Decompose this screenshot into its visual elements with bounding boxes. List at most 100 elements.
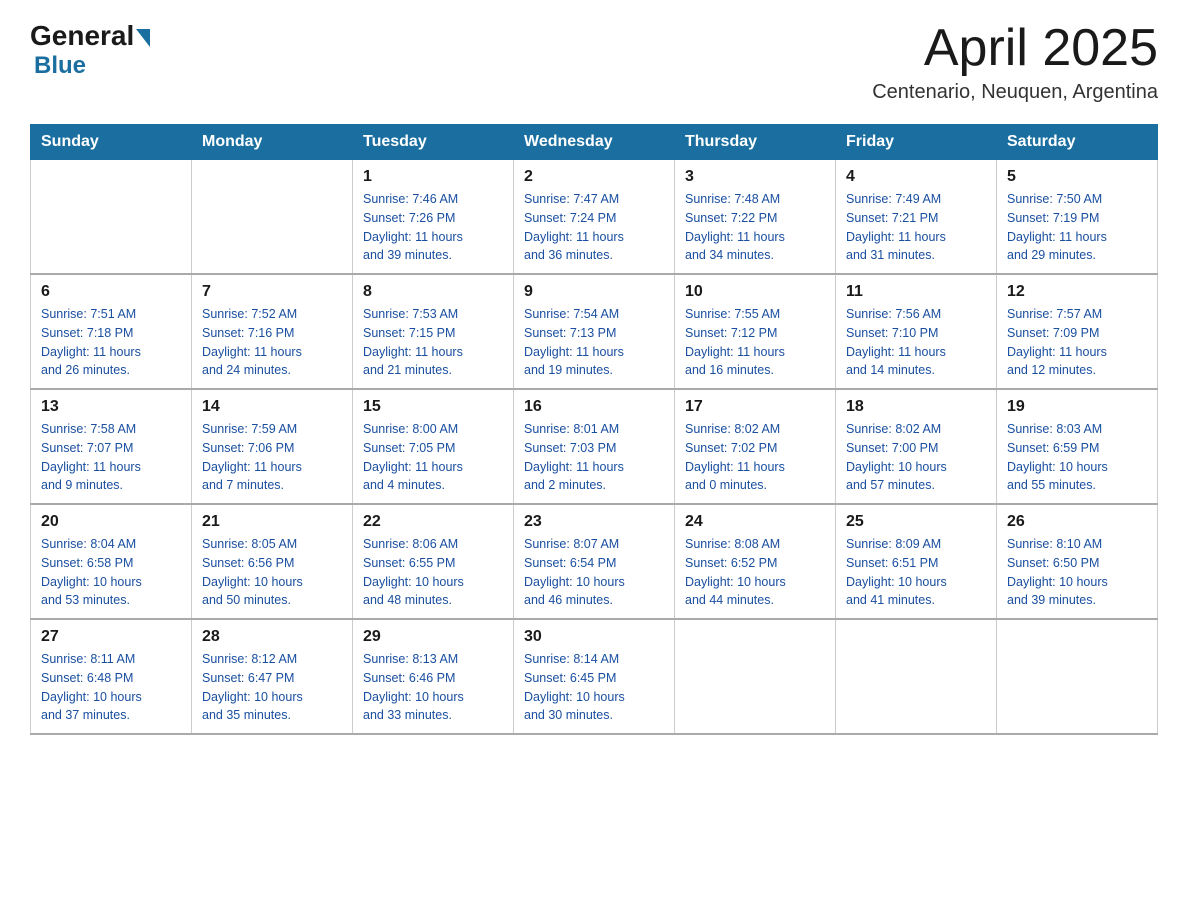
day-number: 21 xyxy=(202,513,342,531)
calendar-cell: 18 Sunrise: 8:02 AM Sunset: 7:00 PM Dayli… xyxy=(836,389,997,504)
day-number: 16 xyxy=(524,398,664,416)
calendar-header-row: SundayMondayTuesdayWednesdayThursdayFrid… xyxy=(31,125,1158,160)
logo: General Blue xyxy=(30,20,150,80)
calendar-table: SundayMondayTuesdayWednesdayThursdayFrid… xyxy=(30,124,1158,735)
day-info: Sunrise: 8:14 AM Sunset: 6:45 PM Dayligh… xyxy=(524,650,664,725)
day-number: 22 xyxy=(363,513,503,531)
day-number: 1 xyxy=(363,168,503,186)
day-number: 25 xyxy=(846,513,986,531)
day-number: 27 xyxy=(41,628,181,646)
day-number: 10 xyxy=(685,283,825,301)
day-info: Sunrise: 7:52 AM Sunset: 7:16 PM Dayligh… xyxy=(202,305,342,380)
day-info: Sunrise: 7:55 AM Sunset: 7:12 PM Dayligh… xyxy=(685,305,825,380)
day-info: Sunrise: 8:02 AM Sunset: 7:02 PM Dayligh… xyxy=(685,420,825,495)
calendar-cell: 5 Sunrise: 7:50 AM Sunset: 7:19 PM Daylig… xyxy=(997,160,1158,275)
calendar-cell: 27 Sunrise: 8:11 AM Sunset: 6:48 PM Dayli… xyxy=(31,619,192,734)
day-number: 8 xyxy=(363,283,503,301)
day-number: 5 xyxy=(1007,168,1147,186)
day-number: 19 xyxy=(1007,398,1147,416)
day-number: 11 xyxy=(846,283,986,301)
calendar-cell xyxy=(31,160,192,275)
calendar-header-tuesday: Tuesday xyxy=(353,125,514,160)
logo-general-text: General xyxy=(30,20,150,52)
day-number: 23 xyxy=(524,513,664,531)
calendar-cell: 8Sunrise: 7:53 AM Sunset: 7:15 PM Daylig… xyxy=(353,274,514,389)
calendar-header-saturday: Saturday xyxy=(997,125,1158,160)
page-header: General Blue April 2025 Centenario, Neuq… xyxy=(30,20,1158,104)
calendar-week-5: 27 Sunrise: 8:11 AM Sunset: 6:48 PM Dayli… xyxy=(31,619,1158,734)
day-info: Sunrise: 7:48 AM Sunset: 7:22 PM Dayligh… xyxy=(685,190,825,265)
day-info: Sunrise: 7:49 AM Sunset: 7:21 PM Dayligh… xyxy=(846,190,986,265)
calendar-cell: 23 Sunrise: 8:07 AM Sunset: 6:54 PM Dayli… xyxy=(514,504,675,619)
day-info: Sunrise: 7:58 AM Sunset: 7:07 PM Dayligh… xyxy=(41,420,181,495)
calendar-cell: 24 Sunrise: 8:08 AM Sunset: 6:52 PM Dayli… xyxy=(675,504,836,619)
day-info: Sunrise: 8:01 AM Sunset: 7:03 PM Dayligh… xyxy=(524,420,664,495)
day-info: Sunrise: 7:57 AM Sunset: 7:09 PM Dayligh… xyxy=(1007,305,1147,380)
day-number: 14 xyxy=(202,398,342,416)
calendar-cell: 22Sunrise: 8:06 AM Sunset: 6:55 PM Dayli… xyxy=(353,504,514,619)
day-number: 28 xyxy=(202,628,342,646)
calendar-header-friday: Friday xyxy=(836,125,997,160)
calendar-week-1: 1Sunrise: 7:46 AM Sunset: 7:26 PM Daylig… xyxy=(31,160,1158,275)
page-subtitle: Centenario, Neuquen, Argentina xyxy=(872,81,1158,104)
calendar-header: SundayMondayTuesdayWednesdayThursdayFrid… xyxy=(31,125,1158,160)
day-info: Sunrise: 8:09 AM Sunset: 6:51 PM Dayligh… xyxy=(846,535,986,610)
calendar-cell: 30 Sunrise: 8:14 AM Sunset: 6:45 PM Dayli… xyxy=(514,619,675,734)
logo-arrow-icon xyxy=(136,29,150,47)
day-info: Sunrise: 7:50 AM Sunset: 7:19 PM Dayligh… xyxy=(1007,190,1147,265)
day-info: Sunrise: 8:07 AM Sunset: 6:54 PM Dayligh… xyxy=(524,535,664,610)
day-number: 17 xyxy=(685,398,825,416)
calendar-header-wednesday: Wednesday xyxy=(514,125,675,160)
calendar-week-2: 6Sunrise: 7:51 AM Sunset: 7:18 PM Daylig… xyxy=(31,274,1158,389)
calendar-cell: 29 Sunrise: 8:13 AM Sunset: 6:46 PM Dayli… xyxy=(353,619,514,734)
day-info: Sunrise: 8:04 AM Sunset: 6:58 PM Dayligh… xyxy=(41,535,181,610)
day-number: 26 xyxy=(1007,513,1147,531)
calendar-cell: 16 Sunrise: 8:01 AM Sunset: 7:03 PM Dayli… xyxy=(514,389,675,504)
calendar-cell: 10 Sunrise: 7:55 AM Sunset: 7:12 PM Dayli… xyxy=(675,274,836,389)
title-section: April 2025 Centenario, Neuquen, Argentin… xyxy=(872,20,1158,104)
day-number: 20 xyxy=(41,513,181,531)
logo-blue-text: Blue xyxy=(34,52,86,80)
day-info: Sunrise: 8:11 AM Sunset: 6:48 PM Dayligh… xyxy=(41,650,181,725)
calendar-cell: 6Sunrise: 7:51 AM Sunset: 7:18 PM Daylig… xyxy=(31,274,192,389)
calendar-cell xyxy=(192,160,353,275)
calendar-cell xyxy=(675,619,836,734)
day-number: 2 xyxy=(524,168,664,186)
calendar-body: 1Sunrise: 7:46 AM Sunset: 7:26 PM Daylig… xyxy=(31,160,1158,735)
calendar-cell: 26Sunrise: 8:10 AM Sunset: 6:50 PM Dayli… xyxy=(997,504,1158,619)
calendar-header-thursday: Thursday xyxy=(675,125,836,160)
day-number: 7 xyxy=(202,283,342,301)
day-number: 6 xyxy=(41,283,181,301)
calendar-cell xyxy=(997,619,1158,734)
day-number: 12 xyxy=(1007,283,1147,301)
calendar-cell: 17 Sunrise: 8:02 AM Sunset: 7:02 PM Dayli… xyxy=(675,389,836,504)
day-info: Sunrise: 7:47 AM Sunset: 7:24 PM Dayligh… xyxy=(524,190,664,265)
day-number: 18 xyxy=(846,398,986,416)
calendar-cell: 12 Sunrise: 7:57 AM Sunset: 7:09 PM Dayli… xyxy=(997,274,1158,389)
day-info: Sunrise: 8:02 AM Sunset: 7:00 PM Dayligh… xyxy=(846,420,986,495)
calendar-cell: 28 Sunrise: 8:12 AM Sunset: 6:47 PM Dayli… xyxy=(192,619,353,734)
day-info: Sunrise: 8:13 AM Sunset: 6:46 PM Dayligh… xyxy=(363,650,503,725)
day-number: 29 xyxy=(363,628,503,646)
calendar-cell: 15 Sunrise: 8:00 AM Sunset: 7:05 PM Dayli… xyxy=(353,389,514,504)
day-info: Sunrise: 8:00 AM Sunset: 7:05 PM Dayligh… xyxy=(363,420,503,495)
calendar-cell: 2 Sunrise: 7:47 AM Sunset: 7:24 PM Daylig… xyxy=(514,160,675,275)
calendar-cell: 4Sunrise: 7:49 AM Sunset: 7:21 PM Daylig… xyxy=(836,160,997,275)
day-number: 24 xyxy=(685,513,825,531)
calendar-cell: 19 Sunrise: 8:03 AM Sunset: 6:59 PM Dayli… xyxy=(997,389,1158,504)
calendar-header-sunday: Sunday xyxy=(31,125,192,160)
page-title: April 2025 xyxy=(872,20,1158,77)
day-info: Sunrise: 8:03 AM Sunset: 6:59 PM Dayligh… xyxy=(1007,420,1147,495)
calendar-week-4: 20 Sunrise: 8:04 AM Sunset: 6:58 PM Dayli… xyxy=(31,504,1158,619)
calendar-cell: 21Sunrise: 8:05 AM Sunset: 6:56 PM Dayli… xyxy=(192,504,353,619)
day-number: 30 xyxy=(524,628,664,646)
calendar-cell: 3 Sunrise: 7:48 AM Sunset: 7:22 PM Daylig… xyxy=(675,160,836,275)
calendar-cell: 13Sunrise: 7:58 AM Sunset: 7:07 PM Dayli… xyxy=(31,389,192,504)
day-number: 3 xyxy=(685,168,825,186)
day-info: Sunrise: 8:12 AM Sunset: 6:47 PM Dayligh… xyxy=(202,650,342,725)
day-info: Sunrise: 8:08 AM Sunset: 6:52 PM Dayligh… xyxy=(685,535,825,610)
calendar-cell: 14 Sunrise: 7:59 AM Sunset: 7:06 PM Dayli… xyxy=(192,389,353,504)
day-info: Sunrise: 7:59 AM Sunset: 7:06 PM Dayligh… xyxy=(202,420,342,495)
day-info: Sunrise: 7:56 AM Sunset: 7:10 PM Dayligh… xyxy=(846,305,986,380)
day-number: 15 xyxy=(363,398,503,416)
